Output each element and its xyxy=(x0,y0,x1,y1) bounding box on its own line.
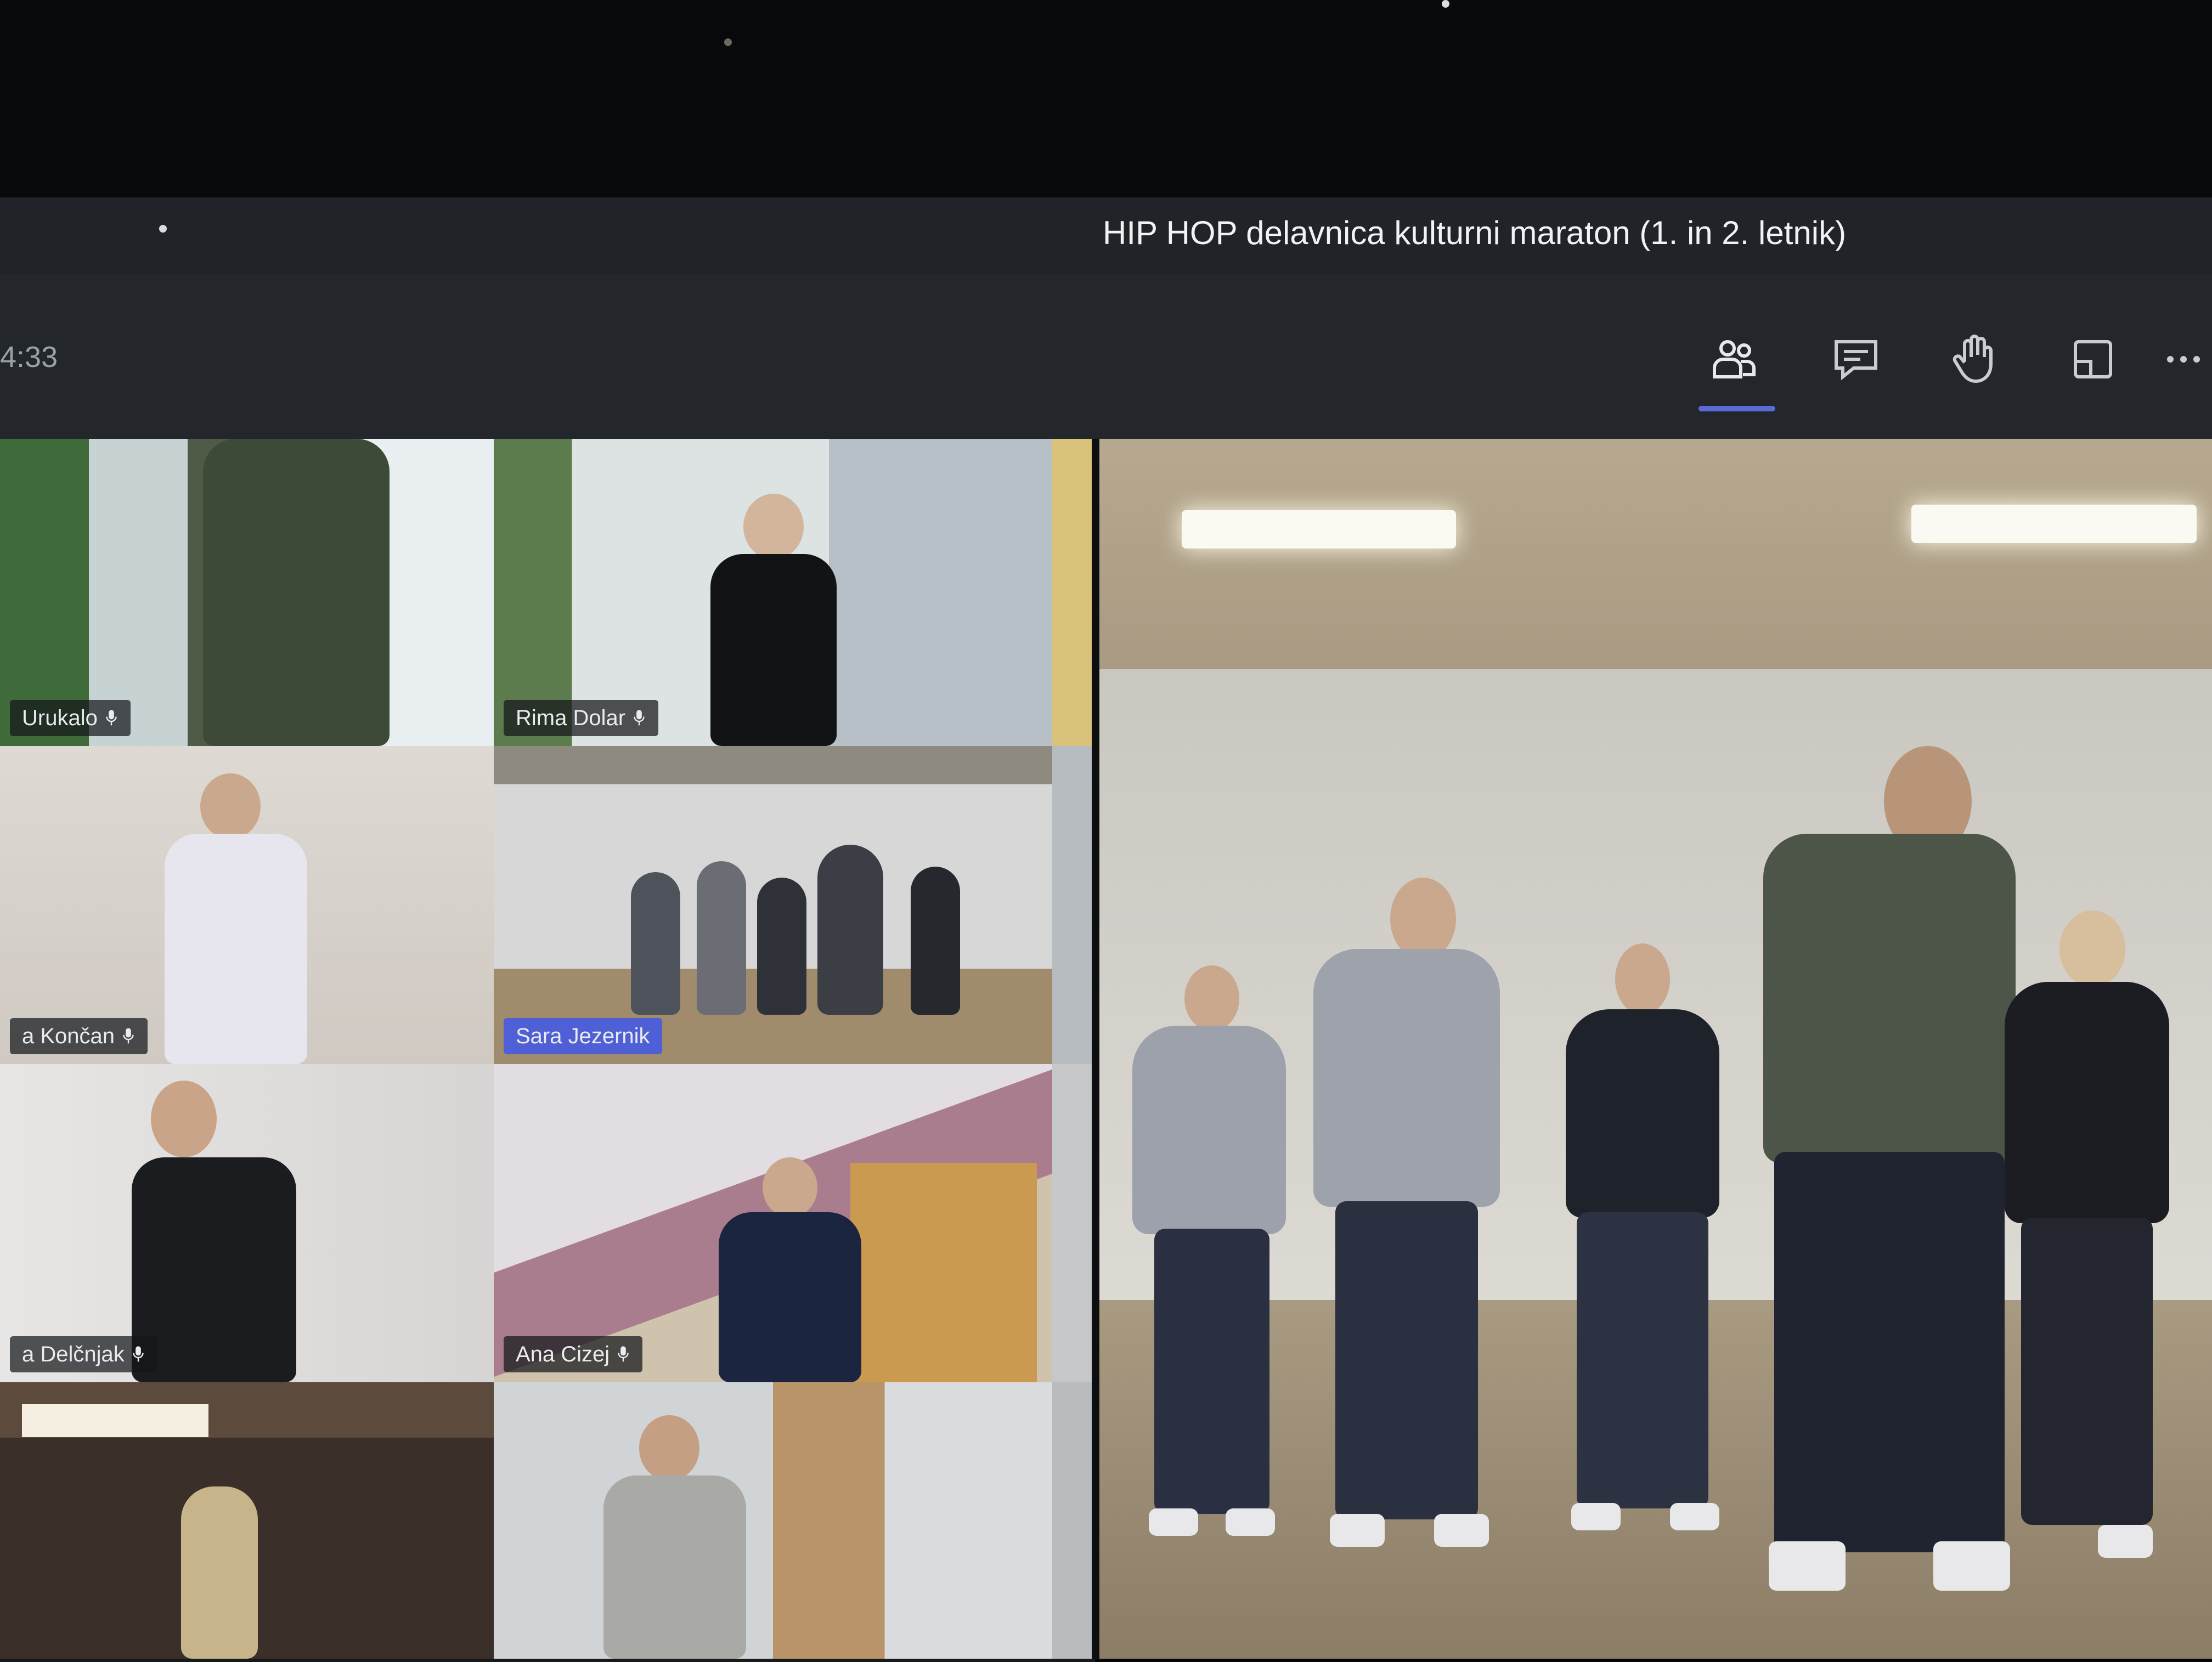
participant-tile-partial[interactable] xyxy=(1052,746,1095,1067)
participant-figure xyxy=(719,1212,861,1382)
participant-name-tag: a Delčnjak xyxy=(10,1336,157,1372)
meeting-window: HIP HOP delavnica kulturni maraton (1. i… xyxy=(0,197,2212,1662)
dust-speck xyxy=(724,38,732,46)
participant-name-tag: Ana Cizej xyxy=(504,1336,643,1372)
participant-name: Sara Jezernik xyxy=(516,1024,650,1048)
participant-name-tag: a Končan xyxy=(10,1018,148,1054)
raise-hand-icon xyxy=(1953,335,1993,383)
dancer xyxy=(1297,878,1516,1547)
participant-head xyxy=(200,773,261,839)
title-bar: HIP HOP delavnica kulturni maraton (1. i… xyxy=(0,197,2212,274)
participant-figure xyxy=(181,1486,258,1659)
participant-figure xyxy=(911,867,960,1015)
participant-tile[interactable] xyxy=(0,1382,497,1662)
mic-off-icon xyxy=(123,1028,134,1044)
dancer xyxy=(1549,943,1736,1536)
participant-head xyxy=(743,494,804,559)
video-feed xyxy=(494,1382,1052,1659)
more-options-button[interactable] xyxy=(2151,318,2212,400)
meeting-title: HIP HOP delavnica kulturni maraton (1. i… xyxy=(1103,214,1847,251)
wardrobe xyxy=(850,1163,1037,1382)
participant-figure xyxy=(757,878,806,1015)
ceiling-light xyxy=(1911,505,2197,543)
mic-off-icon xyxy=(618,1346,629,1362)
participant-figure xyxy=(631,872,680,1015)
participant-figure xyxy=(710,554,837,746)
chat-icon xyxy=(1835,340,1877,381)
participant-tile[interactable]: Sara Jezernik xyxy=(494,746,1056,1067)
participant-tile-partial[interactable] xyxy=(1052,1382,1095,1662)
more-options-icon xyxy=(2167,356,2200,363)
participant-name: Rima Dolar xyxy=(516,705,626,730)
participant-head xyxy=(639,1415,699,1481)
meeting-timer: 4:33 xyxy=(0,341,58,374)
participant-name: a Končan xyxy=(22,1024,115,1048)
participant-name: Ana Cizej xyxy=(516,1342,610,1366)
participant-tile[interactable]: Ana Cizej xyxy=(494,1064,1056,1386)
mic-off-icon xyxy=(634,710,645,726)
participant-figure xyxy=(603,1476,746,1659)
participant-name-tag: Urukalo xyxy=(10,700,131,736)
participant-figure xyxy=(697,861,746,1015)
participant-grid: Urukalo Rima Dolar a Končan Sara Jezerni… xyxy=(0,439,1095,1662)
participant-tile[interactable]: Rima Dolar xyxy=(494,439,1056,749)
camera-indicator-icon xyxy=(1442,0,1449,8)
screen-bezel xyxy=(0,0,2212,197)
participant-tile-partial[interactable] xyxy=(1052,1064,1095,1386)
participant-name: a Delčnjak xyxy=(22,1342,125,1366)
video-stage: Urukalo Rima Dolar a Končan Sara Jezerni… xyxy=(0,439,2212,1662)
ceiling-light xyxy=(1182,510,1456,549)
mic-off-icon xyxy=(133,1346,144,1362)
window-dot xyxy=(159,225,167,233)
participant-figure xyxy=(203,439,390,746)
breakout-rooms-button[interactable] xyxy=(2052,318,2134,400)
participant-head xyxy=(151,1081,217,1157)
participant-name: Urukalo xyxy=(22,705,98,730)
participant-name-tag: Sara Jezernik xyxy=(504,1018,662,1054)
stage-divider xyxy=(1092,439,1099,1659)
participant-head xyxy=(763,1157,817,1218)
participant-tile[interactable]: a Delčnjak xyxy=(0,1064,497,1386)
meeting-toolbar: 4:33 xyxy=(0,274,2212,439)
ceiling-light xyxy=(22,1404,208,1437)
participant-figure xyxy=(817,845,883,1015)
breakout-rooms-icon xyxy=(2074,340,2112,378)
participant-tile-partial[interactable] xyxy=(1052,439,1095,749)
participant-tile[interactable] xyxy=(494,1382,1056,1662)
people-icon xyxy=(1713,340,1756,378)
participant-tile[interactable]: a Končan xyxy=(0,746,497,1067)
participant-figure xyxy=(165,834,307,1064)
spotlight-video[interactable] xyxy=(1099,439,2212,1659)
dancer xyxy=(1121,965,1297,1541)
chat-button[interactable] xyxy=(1815,318,1897,400)
people-button[interactable] xyxy=(1693,318,1775,400)
participant-name-tag: Rima Dolar xyxy=(504,700,659,736)
gym-ceiling xyxy=(1099,439,2212,669)
participant-tile[interactable]: Urukalo xyxy=(0,439,497,749)
raise-hand-button[interactable] xyxy=(1932,318,2015,400)
mic-off-icon xyxy=(106,710,117,726)
dancer xyxy=(1988,911,2186,1558)
active-tab-indicator xyxy=(1699,406,1775,411)
